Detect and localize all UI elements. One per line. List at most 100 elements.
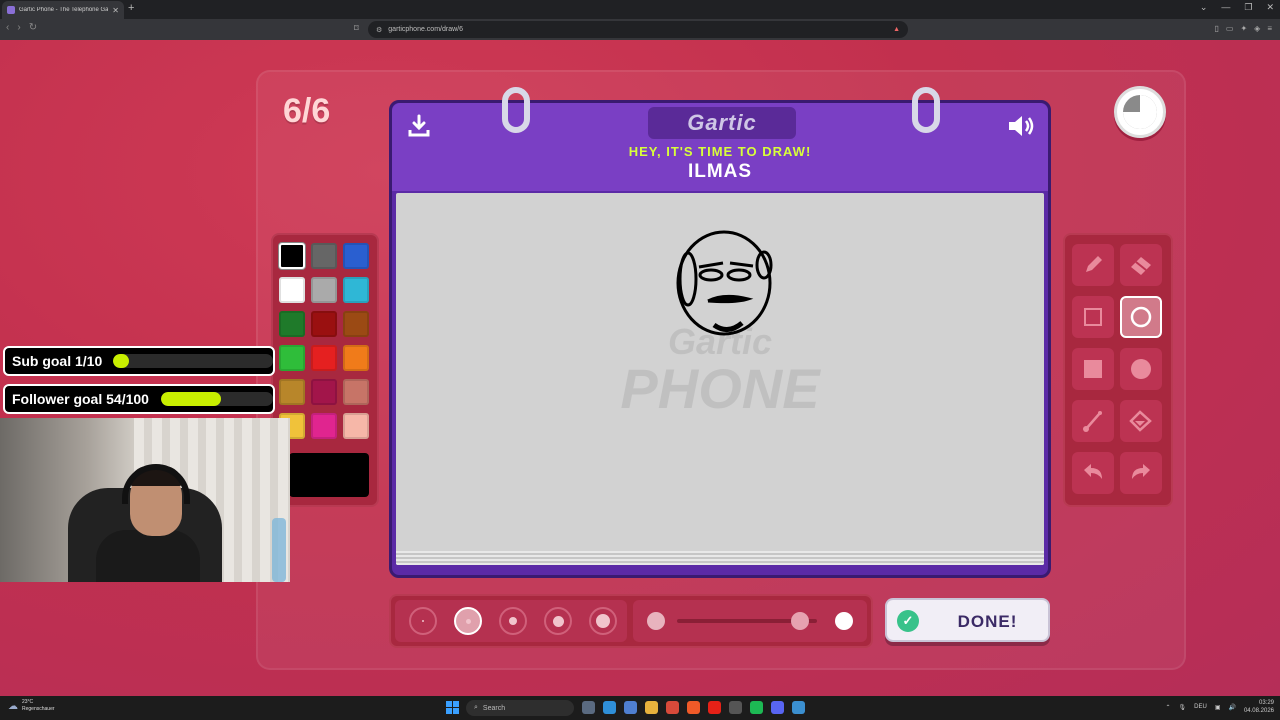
- reload-icon[interactable]: ↻: [29, 22, 37, 33]
- spotify-icon[interactable]: [750, 701, 763, 714]
- menu-icon[interactable]: ≡: [1267, 24, 1272, 33]
- sidebar-icon[interactable]: ▯: [1215, 24, 1219, 33]
- wallet-icon[interactable]: ▭: [1226, 24, 1234, 33]
- color-swatch[interactable]: [279, 243, 305, 269]
- microphone-icon[interactable]: 🎙: [1179, 704, 1187, 711]
- minimize-button[interactable]: —: [1221, 2, 1230, 13]
- close-window-button[interactable]: ✕: [1266, 2, 1274, 13]
- color-swatch[interactable]: [343, 277, 369, 303]
- task-view-icon[interactable]: [582, 701, 595, 714]
- store-icon[interactable]: [624, 701, 637, 714]
- app-icon[interactable]: [792, 701, 805, 714]
- back-icon[interactable]: ‹: [6, 22, 9, 33]
- youtube-icon[interactable]: [708, 701, 721, 714]
- pencil-tool[interactable]: [1072, 244, 1114, 286]
- circle-outline-icon: [1130, 306, 1152, 328]
- brush-size-option[interactable]: [544, 607, 572, 635]
- brush-size-option[interactable]: [499, 607, 527, 635]
- color-swatch[interactable]: [279, 379, 305, 405]
- color-swatch[interactable]: [311, 379, 337, 405]
- rectangle-fill-icon: [1084, 360, 1102, 378]
- color-swatch[interactable]: [311, 243, 337, 269]
- brush-size-dot: [509, 617, 517, 625]
- windows-start-icon[interactable]: [446, 701, 459, 714]
- address-bar[interactable]: ⚙ garticphone.com/draw/6 ▲: [368, 21, 908, 38]
- new-tab-button[interactable]: +: [128, 2, 134, 14]
- color-swatch[interactable]: [343, 243, 369, 269]
- color-swatch[interactable]: [343, 345, 369, 371]
- extensions-icon[interactable]: ✦: [1240, 24, 1247, 33]
- clock[interactable]: 03:29 04.08.2026: [1244, 699, 1274, 715]
- brave-shield-icon[interactable]: ▲: [893, 26, 900, 33]
- ellipse-fill-tool[interactable]: [1120, 348, 1162, 390]
- undo-tool[interactable]: [1072, 452, 1114, 494]
- ellipse-outline-tool[interactable]: [1120, 296, 1162, 338]
- color-swatch[interactable]: [311, 311, 337, 337]
- volume-icon[interactable]: 🔊: [1228, 704, 1235, 711]
- sub-goal-widget: Sub goal 1/10: [3, 346, 275, 376]
- drawing-canvas[interactable]: Gartic PHONE: [396, 193, 1044, 565]
- taskbar-search[interactable]: ⌕ Search: [466, 700, 574, 716]
- browser-tabbar: Gartic Phone - The Telephone Game ✕ + ⌄ …: [0, 0, 1280, 19]
- gartic-favicon-icon: [7, 6, 15, 14]
- brush-options-bar: [389, 594, 873, 648]
- download-icon: [408, 114, 430, 137]
- restore-button[interactable]: ❐: [1244, 2, 1252, 13]
- rectangle-fill-tool[interactable]: [1072, 348, 1114, 390]
- webcam-bottle: [272, 518, 286, 582]
- opacity-slider[interactable]: [633, 600, 867, 642]
- chrome-icon[interactable]: [666, 701, 679, 714]
- color-swatch[interactable]: [343, 379, 369, 405]
- bucket-icon: [1129, 410, 1152, 432]
- brush-size-dot: [422, 620, 424, 622]
- tab-close-icon[interactable]: ✕: [112, 6, 119, 15]
- eraser-tool[interactable]: [1120, 244, 1162, 286]
- discord-icon[interactable]: [771, 701, 784, 714]
- binder-ring-left: [502, 87, 530, 133]
- brush-size-option[interactable]: [409, 607, 437, 635]
- brave-icon[interactable]: [687, 701, 700, 714]
- vpn-icon[interactable]: ◈: [1254, 24, 1260, 33]
- color-swatch[interactable]: [311, 413, 337, 439]
- opacity-knob[interactable]: [791, 612, 810, 630]
- forward-icon[interactable]: ›: [17, 22, 20, 33]
- obs-icon[interactable]: [729, 701, 742, 714]
- brush-size-option[interactable]: [589, 607, 617, 635]
- done-button[interactable]: ✓ DONE!: [885, 598, 1050, 642]
- volume-button[interactable]: [1006, 113, 1036, 139]
- done-label: DONE!: [957, 612, 1018, 631]
- search-icon: ⌕: [474, 704, 478, 711]
- system-tray: ⌃ 🎙 DEU ▣ 🔊 03:29 04.08.2026: [1165, 699, 1274, 715]
- color-swatch[interactable]: [343, 413, 369, 439]
- rectangle-outline-tool[interactable]: [1072, 296, 1114, 338]
- color-swatch[interactable]: [279, 311, 305, 337]
- browser-tab[interactable]: Gartic Phone - The Telephone Game ✕: [2, 1, 124, 19]
- rectangle-outline-icon: [1084, 308, 1102, 326]
- current-color-preview: [289, 453, 369, 497]
- line-tool[interactable]: [1072, 400, 1114, 442]
- network-icon[interactable]: ▣: [1215, 704, 1221, 711]
- redo-tool[interactable]: [1120, 452, 1162, 494]
- brush-size-option[interactable]: [454, 607, 482, 635]
- bookmark-icon[interactable]: ⌑: [354, 23, 359, 34]
- edge-icon[interactable]: [603, 701, 616, 714]
- color-swatch[interactable]: [279, 345, 305, 371]
- download-button[interactable]: [406, 113, 432, 139]
- color-swatch[interactable]: [311, 345, 337, 371]
- color-swatch[interactable]: [311, 277, 337, 303]
- language-indicator[interactable]: DEU: [1194, 704, 1207, 710]
- color-swatch[interactable]: [279, 277, 305, 303]
- tray-chevron-icon[interactable]: ⌃: [1165, 704, 1170, 711]
- follower-goal-label: Follower goal 54/100: [12, 391, 149, 407]
- color-swatch[interactable]: [343, 311, 369, 337]
- follower-goal-fill: [161, 392, 222, 406]
- fill-bucket-tool[interactable]: [1120, 400, 1162, 442]
- browser-toolbar: ‹ › ↻ ⌑ ⚙ garticphone.com/draw/6 ▲ ▯ ▭ ✦…: [0, 19, 1280, 40]
- tab-search-icon[interactable]: ⌄: [1200, 2, 1208, 13]
- undo-icon: [1084, 464, 1102, 479]
- nav-buttons: ‹ › ↻: [6, 22, 37, 33]
- weather-widget[interactable]: ☁ 23°C Regenschauer: [8, 699, 55, 713]
- site-info-icon[interactable]: ⚙: [376, 26, 382, 34]
- weather-text: 23°C Regenschauer: [22, 699, 55, 713]
- explorer-icon[interactable]: [645, 701, 658, 714]
